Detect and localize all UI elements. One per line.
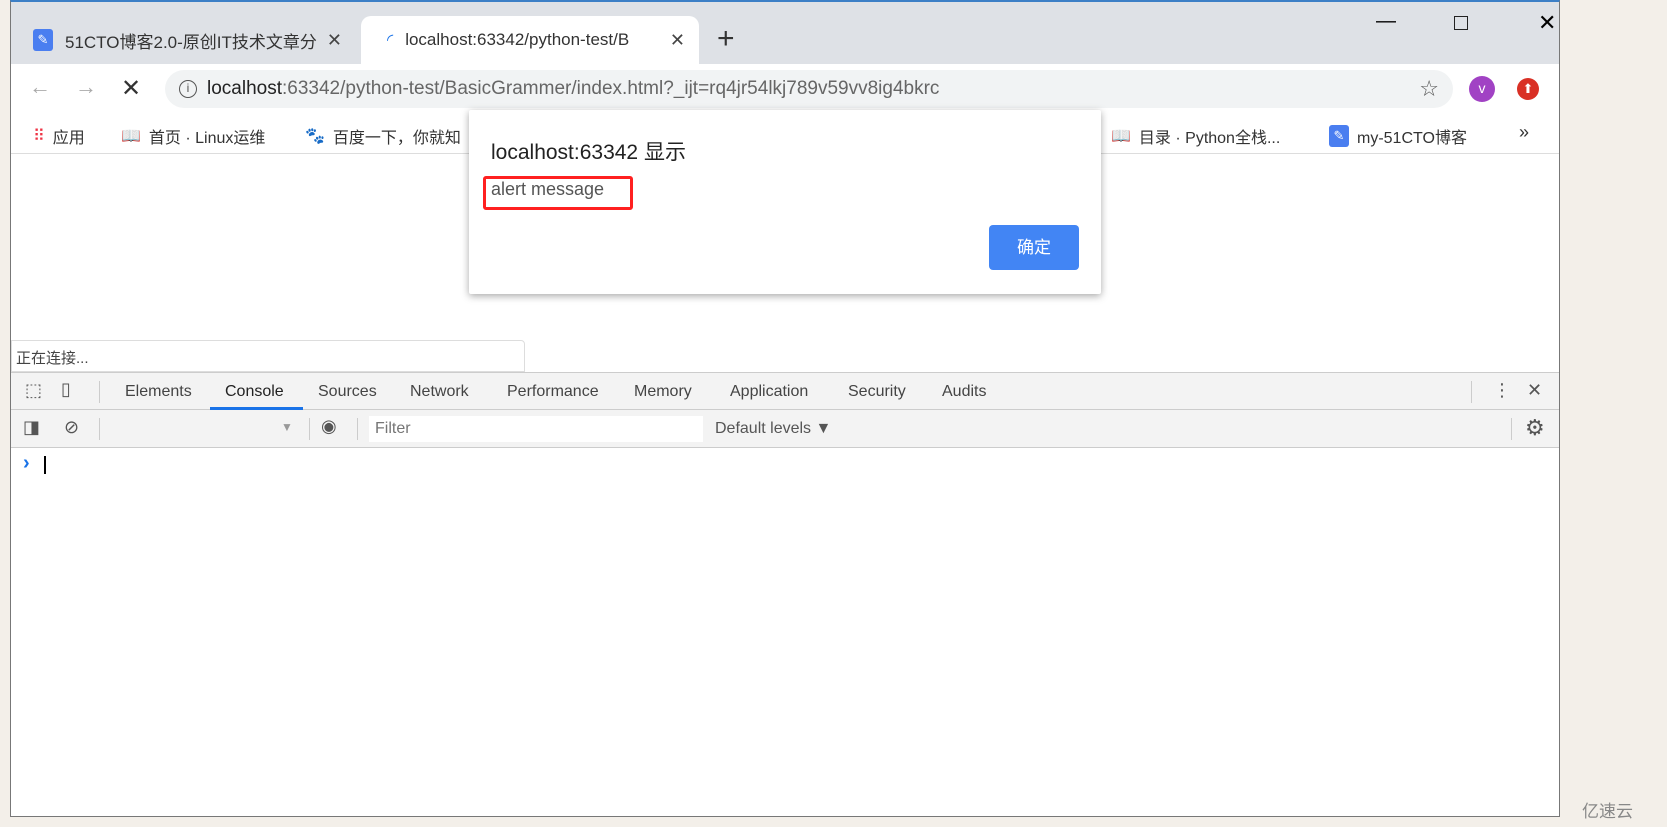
clear-console-icon[interactable]: ⊘ (64, 417, 79, 438)
browser-window: ✎ 51CTO博客2.0-原创IT技术文章分 ✕ ◜ localhost:633… (10, 0, 1560, 817)
book-icon: 📖 (1111, 128, 1131, 145)
tab-security[interactable]: Security (848, 383, 906, 401)
close-tab-icon[interactable]: ✕ (327, 30, 342, 51)
new-tab-button[interactable]: + (717, 22, 735, 56)
close-tab-icon[interactable]: ✕ (670, 30, 685, 51)
close-window-button[interactable]: ✕ (1538, 10, 1556, 36)
bookmark-python[interactable]: 📖 目录 · Python全栈... (1111, 124, 1280, 148)
divider (1471, 381, 1472, 403)
title-bar: ✎ 51CTO博客2.0-原创IT技术文章分 ✕ ◜ localhost:633… (11, 2, 1559, 64)
text-cursor (44, 456, 46, 474)
ok-button[interactable]: 确定 (989, 225, 1079, 270)
sidebar-toggle-icon[interactable]: ◨ (23, 417, 40, 438)
settings-gear-icon[interactable]: ⚙ (1525, 415, 1545, 441)
minimize-button[interactable]: — (1376, 10, 1396, 33)
bookmark-label: 目录 · Python全栈... (1138, 130, 1281, 147)
url-path: :63342/python-test/BasicGrammer/index.ht… (282, 78, 940, 99)
console-toolbar: ◨ ⊘ ▼ ◉ Default levels ▼ ⚙ (11, 410, 1559, 448)
tab-console[interactable]: Console (225, 383, 284, 401)
bookmark-baidu[interactable]: 🐾 百度一下，你就知 (305, 124, 461, 148)
log-levels-dropdown[interactable]: Default levels ▼ (715, 420, 831, 438)
bookmarks-more[interactable]: » (1519, 122, 1529, 143)
inspect-element-icon[interactable]: ⬚ (25, 380, 42, 401)
watermark-logo: 亿速云 (1582, 797, 1633, 822)
info-icon: i (179, 80, 197, 98)
bookmark-my51cto[interactable]: ✎ my-51CTO博客 (1329, 124, 1467, 148)
eye-icon[interactable]: ◉ (321, 416, 337, 437)
toolbar: ← → ✕ i localhost:63342/python-test/Basi… (11, 64, 1559, 114)
bookmark-label: my-51CTO博客 (1357, 130, 1467, 147)
tab-audits[interactable]: Audits (942, 383, 986, 401)
bookmark-linux[interactable]: 📖 首页 · Linux运维 (121, 124, 265, 148)
device-toggle-icon[interactable]: ▯ (61, 379, 71, 400)
context-select-arrow[interactable]: ▼ (281, 420, 293, 434)
bookmark-label: 首页 · Linux运维 (148, 130, 266, 147)
close-devtools-icon[interactable]: ✕ (1527, 380, 1542, 401)
tab-localhost[interactable]: ◜ localhost:63342/python-test/B ✕ (361, 16, 699, 64)
divider (99, 381, 100, 403)
filter-input[interactable] (369, 416, 703, 442)
bookmark-label: 应用 (52, 130, 85, 147)
star-icon[interactable]: ☆ (1419, 76, 1439, 102)
feather-icon: ✎ (33, 29, 53, 51)
maximize-button[interactable] (1454, 16, 1468, 30)
tab-performance[interactable]: Performance (507, 383, 599, 401)
divider (1511, 418, 1512, 440)
forward-button[interactable]: → (75, 74, 97, 100)
status-bubble: 正在连接... (11, 340, 525, 372)
book-icon: 📖 (121, 128, 141, 145)
tab-sources[interactable]: Sources (318, 383, 377, 401)
apps-grid-icon: ⠿ (33, 128, 45, 145)
url-host: localhost (207, 78, 282, 99)
tab-elements[interactable]: Elements (125, 383, 192, 401)
dialog-message: alert message (491, 179, 605, 199)
back-button[interactable]: ← (29, 74, 51, 100)
extension-icon[interactable]: ⬆ (1517, 78, 1539, 100)
stop-button[interactable]: ✕ (121, 74, 141, 103)
bookmark-apps[interactable]: ⠿ 应用 (33, 124, 85, 148)
alert-dialog: localhost:63342 显示 alert message 确定 (469, 110, 1101, 294)
more-options-icon[interactable]: ⋮ (1493, 380, 1511, 401)
console-prompt: › (23, 452, 30, 474)
profile-avatar[interactable]: v (1469, 76, 1495, 102)
watermark-text: 亿速云 (1582, 802, 1633, 821)
bookmark-label: 百度一下，你就知 (332, 130, 461, 147)
devtools-tabbar: ⬚ ▯ Elements Console Sources Network Per… (11, 372, 1559, 410)
tab-title: localhost:63342/python-test/B (405, 30, 630, 49)
loading-icon: ◜ (387, 32, 394, 49)
dialog-title: localhost:63342 显示 (491, 141, 686, 164)
tab-51cto[interactable]: ✎ 51CTO博客2.0-原创IT技术文章分 ✕ (11, 16, 356, 64)
divider (99, 418, 100, 440)
console-output[interactable]: › (11, 448, 1559, 816)
tab-network[interactable]: Network (410, 383, 469, 401)
address-bar[interactable]: i localhost:63342/python-test/BasicGramm… (165, 70, 1453, 108)
tab-application[interactable]: Application (730, 383, 808, 401)
divider (357, 418, 358, 440)
feather-icon: ✎ (1329, 125, 1349, 147)
tab-title: 51CTO博客2.0-原创IT技术文章分 (65, 32, 317, 52)
tab-memory[interactable]: Memory (634, 383, 692, 401)
baidu-paw-icon: 🐾 (305, 128, 325, 145)
divider (309, 418, 310, 440)
